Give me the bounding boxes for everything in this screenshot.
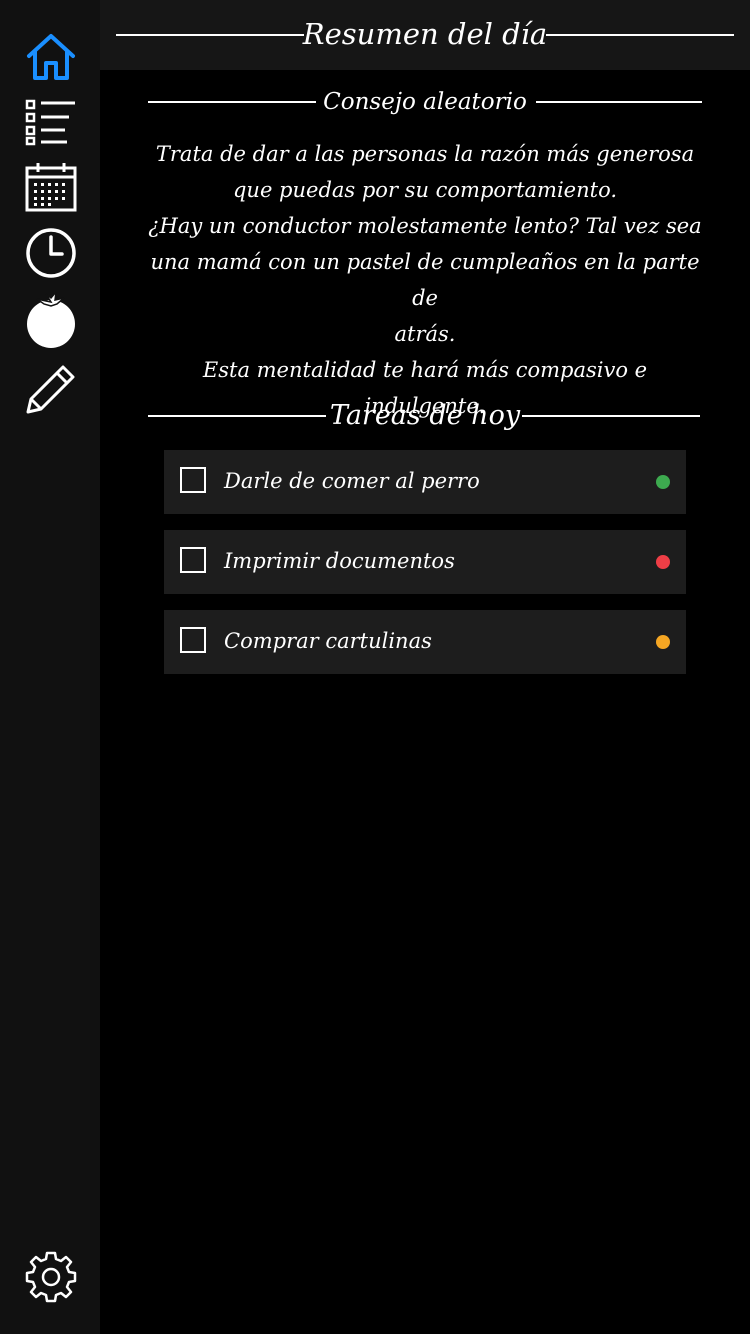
task-item[interactable]: Imprimir documentos	[164, 530, 686, 594]
task-checkbox[interactable]	[180, 467, 206, 493]
tasks-divider-right	[522, 415, 700, 417]
calendar-icon	[25, 162, 77, 212]
tip-divider-right	[536, 101, 702, 103]
nav-pomodoro-button[interactable]	[24, 292, 78, 350]
sidebar	[0, 0, 100, 1334]
task-checkbox[interactable]	[180, 627, 206, 653]
home-icon	[25, 32, 77, 82]
header-divider-right	[546, 34, 734, 36]
nav-clock-button[interactable]	[24, 226, 78, 280]
list-icon	[25, 98, 77, 146]
tip-line: ¿Hay un conductor molestamente lento? Ta…	[148, 214, 702, 238]
tip-line: atrás.	[394, 322, 456, 346]
header: Resumen del día	[100, 0, 750, 70]
tip-line: una mamá con un pastel de cumpleaños en …	[150, 250, 700, 310]
tip-text: Trata de dar a las personas la razón más…	[140, 136, 710, 424]
task-item[interactable]: Comprar cartulinas	[164, 610, 686, 674]
tip-line: que puedas por su comportamiento.	[232, 178, 618, 202]
priority-dot	[656, 475, 670, 489]
tip-line: Trata de dar a las personas la razón más…	[155, 142, 695, 166]
priority-dot	[656, 635, 670, 649]
nav-home-button[interactable]	[24, 30, 78, 84]
task-item[interactable]: Darle de comer al perro	[164, 450, 686, 514]
task-label: Comprar cartulinas	[224, 629, 432, 653]
nav-notes-button[interactable]	[24, 362, 78, 416]
clock-icon	[25, 227, 77, 279]
task-label: Darle de comer al perro	[224, 469, 480, 493]
pencil-icon	[25, 363, 77, 415]
task-label: Imprimir documentos	[224, 549, 455, 573]
tomato-icon	[24, 292, 78, 350]
priority-dot	[656, 555, 670, 569]
nav-list-button[interactable]	[24, 95, 78, 149]
task-checkbox[interactable]	[180, 547, 206, 573]
gear-icon	[25, 1251, 77, 1303]
nav-calendar-button[interactable]	[24, 160, 78, 214]
settings-button[interactable]	[24, 1250, 78, 1304]
